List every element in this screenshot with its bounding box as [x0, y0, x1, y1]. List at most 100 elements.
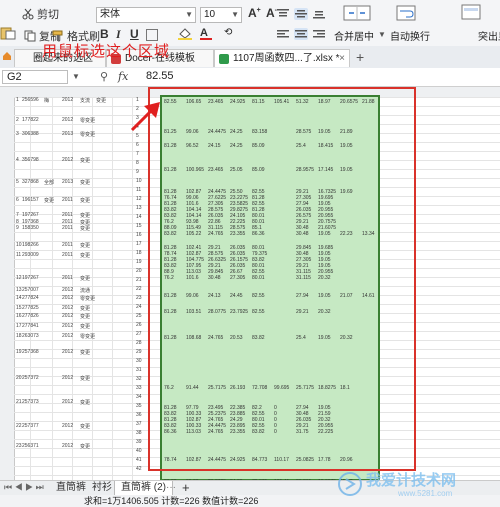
table-cell[interactable]: 2013 [62, 179, 73, 185]
table-cell[interactable]: 20 [16, 375, 22, 381]
highlight-button[interactable]: 突出显 [478, 28, 500, 43]
table-cell[interactable]: 零变更 [80, 295, 95, 302]
table-cell[interactable]: 17 [16, 323, 22, 329]
increase-font-icon[interactable]: A+ [248, 6, 261, 20]
font-color-icon[interactable]: A [200, 27, 212, 40]
table-cell[interactable]: 277824 [22, 295, 39, 301]
table-cell[interactable]: 2011 [62, 197, 73, 203]
table-cell[interactable]: 2013 [62, 131, 73, 137]
table-cell[interactable]: 2012 [62, 423, 73, 429]
underline-button[interactable]: U [130, 27, 139, 41]
table-cell[interactable]: 19 [16, 349, 22, 355]
table-cell[interactable]: 293009 [22, 252, 39, 258]
table-cell[interactable]: 变更 [80, 242, 90, 249]
table-cell[interactable]: 2011 [62, 212, 73, 218]
table-cell[interactable]: 零变更 [80, 333, 95, 340]
zoom-icon[interactable]: ⚲ [100, 70, 108, 83]
formula-input[interactable]: 82.55 [146, 70, 174, 82]
wrap-text-button[interactable]: 自动换行 [390, 28, 430, 43]
table-cell[interactable]: 2012 [62, 443, 73, 449]
align-middle-icon[interactable] [294, 8, 308, 20]
table-cell[interactable]: 变更 [80, 323, 90, 330]
home-icon[interactable] [2, 51, 12, 61]
worksheet-grid[interactable]: 1 256596 梅 2012 支流 变更 2 177822 2012 零变更 3 306388 201… [0, 87, 500, 480]
format-icon[interactable] [452, 3, 490, 23]
table-cell[interactable]: 变更 [80, 443, 90, 450]
clear-format-icon[interactable]: ⟲ [224, 27, 232, 38]
table-cell[interactable]: 全部 [44, 179, 54, 186]
table-cell[interactable]: 2012 [62, 375, 73, 381]
table-cell[interactable]: 256371 [22, 443, 39, 449]
align-bottom-icon[interactable] [312, 8, 326, 20]
table-cell[interactable]: 变更 [80, 252, 90, 259]
table-cell[interactable]: 变更 [44, 197, 54, 204]
table-cell[interactable]: 2 [16, 117, 19, 123]
table-cell[interactable]: 158350 [22, 225, 39, 231]
table-cell[interactable]: 2012 [62, 287, 73, 293]
table-cell[interactable]: 2011 [62, 252, 73, 258]
table-cell[interactable]: 2012 [62, 333, 73, 339]
close-icon[interactable]: × [339, 50, 345, 67]
table-cell[interactable]: 277841 [22, 323, 39, 329]
table-cell[interactable]: 11 [16, 252, 21, 258]
table-cell[interactable]: 2012 [62, 157, 73, 163]
merge-center-button[interactable]: 合并居中 [334, 28, 374, 43]
table-cell[interactable]: 2012 [62, 313, 73, 319]
table-cell[interactable]: 流通 [80, 287, 90, 294]
table-cell[interactable]: 21 [16, 399, 22, 405]
chevron-down-icon[interactable]: ▼ [378, 30, 386, 39]
table-cell[interactable]: 14 [16, 295, 22, 301]
table-cell[interactable]: 变更 [80, 423, 90, 430]
table-cell[interactable]: 4 [16, 157, 19, 163]
table-cell[interactable]: 196157 [22, 197, 39, 203]
table-cell[interactable]: 257377 [22, 423, 39, 429]
more-tabs-icon[interactable]: ··· [166, 481, 176, 495]
table-cell[interactable]: 2011 [62, 225, 73, 231]
table-cell[interactable]: 7 [16, 212, 19, 218]
table-cell[interactable]: 变更 [80, 399, 90, 406]
table-cell[interactable]: 10 [16, 242, 22, 248]
paste-button[interactable] [0, 26, 16, 40]
table-cell[interactable]: 变更 [80, 349, 90, 356]
bold-button[interactable]: B [100, 27, 109, 41]
table-cell[interactable]: 197267 [22, 212, 39, 218]
table-cell[interactable]: 256596 [22, 97, 39, 103]
table-cell[interactable]: 1 [16, 97, 19, 103]
table-cell[interactable]: 197267 [22, 275, 39, 281]
table-cell[interactable]: 梅 [44, 97, 49, 104]
add-sheet-button[interactable]: + [182, 481, 190, 495]
table-cell[interactable]: 变更 [80, 375, 90, 382]
table-cell[interactable]: 2012 [62, 97, 73, 103]
table-cell[interactable]: 变更 [80, 212, 90, 219]
table-cell[interactable]: 支流 [80, 97, 90, 104]
table-cell[interactable]: 2012 [62, 349, 73, 355]
merge-center-icon[interactable] [340, 4, 374, 22]
chevron-down-icon[interactable]: ▼ [72, 72, 80, 81]
table-cell[interactable]: 16 [16, 313, 22, 319]
table-cell[interactable]: 变更 [80, 225, 90, 232]
table-cell[interactable]: 变更 [80, 197, 90, 204]
table-cell[interactable]: 177822 [22, 117, 39, 123]
table-cell[interactable]: 零变更 [80, 131, 95, 138]
table-cell[interactable]: 9 [16, 225, 19, 231]
table-cell[interactable]: 2012 [62, 305, 73, 311]
new-tab-button[interactable]: + [356, 49, 364, 65]
table-cell[interactable]: 263073 [22, 333, 39, 339]
table-cell[interactable]: 变更 [80, 305, 90, 312]
align-right-icon[interactable] [312, 28, 326, 40]
table-cell[interactable]: 2012 [62, 323, 73, 329]
table-cell[interactable]: 变更 [80, 275, 90, 282]
table-cell[interactable]: 257368 [22, 349, 39, 355]
table-cell[interactable]: 2012 [62, 295, 73, 301]
table-cell[interactable]: 22 [16, 423, 22, 429]
table-cell[interactable]: 15 [16, 305, 22, 311]
table-cell[interactable]: 257372 [22, 375, 39, 381]
table-cell[interactable]: 356798 [22, 157, 39, 163]
fx-icon[interactable]: fx [118, 70, 128, 83]
cut-button[interactable]: 剪切 [22, 6, 59, 22]
table-cell[interactable]: 6 [16, 197, 19, 203]
fill-color-icon[interactable] [178, 28, 192, 40]
tab-workbook[interactable]: 1107周函数四...了.xlsx * × [214, 49, 350, 67]
table-cell[interactable]: 23 [16, 443, 22, 449]
table-cell[interactable]: 变更 [80, 179, 90, 186]
